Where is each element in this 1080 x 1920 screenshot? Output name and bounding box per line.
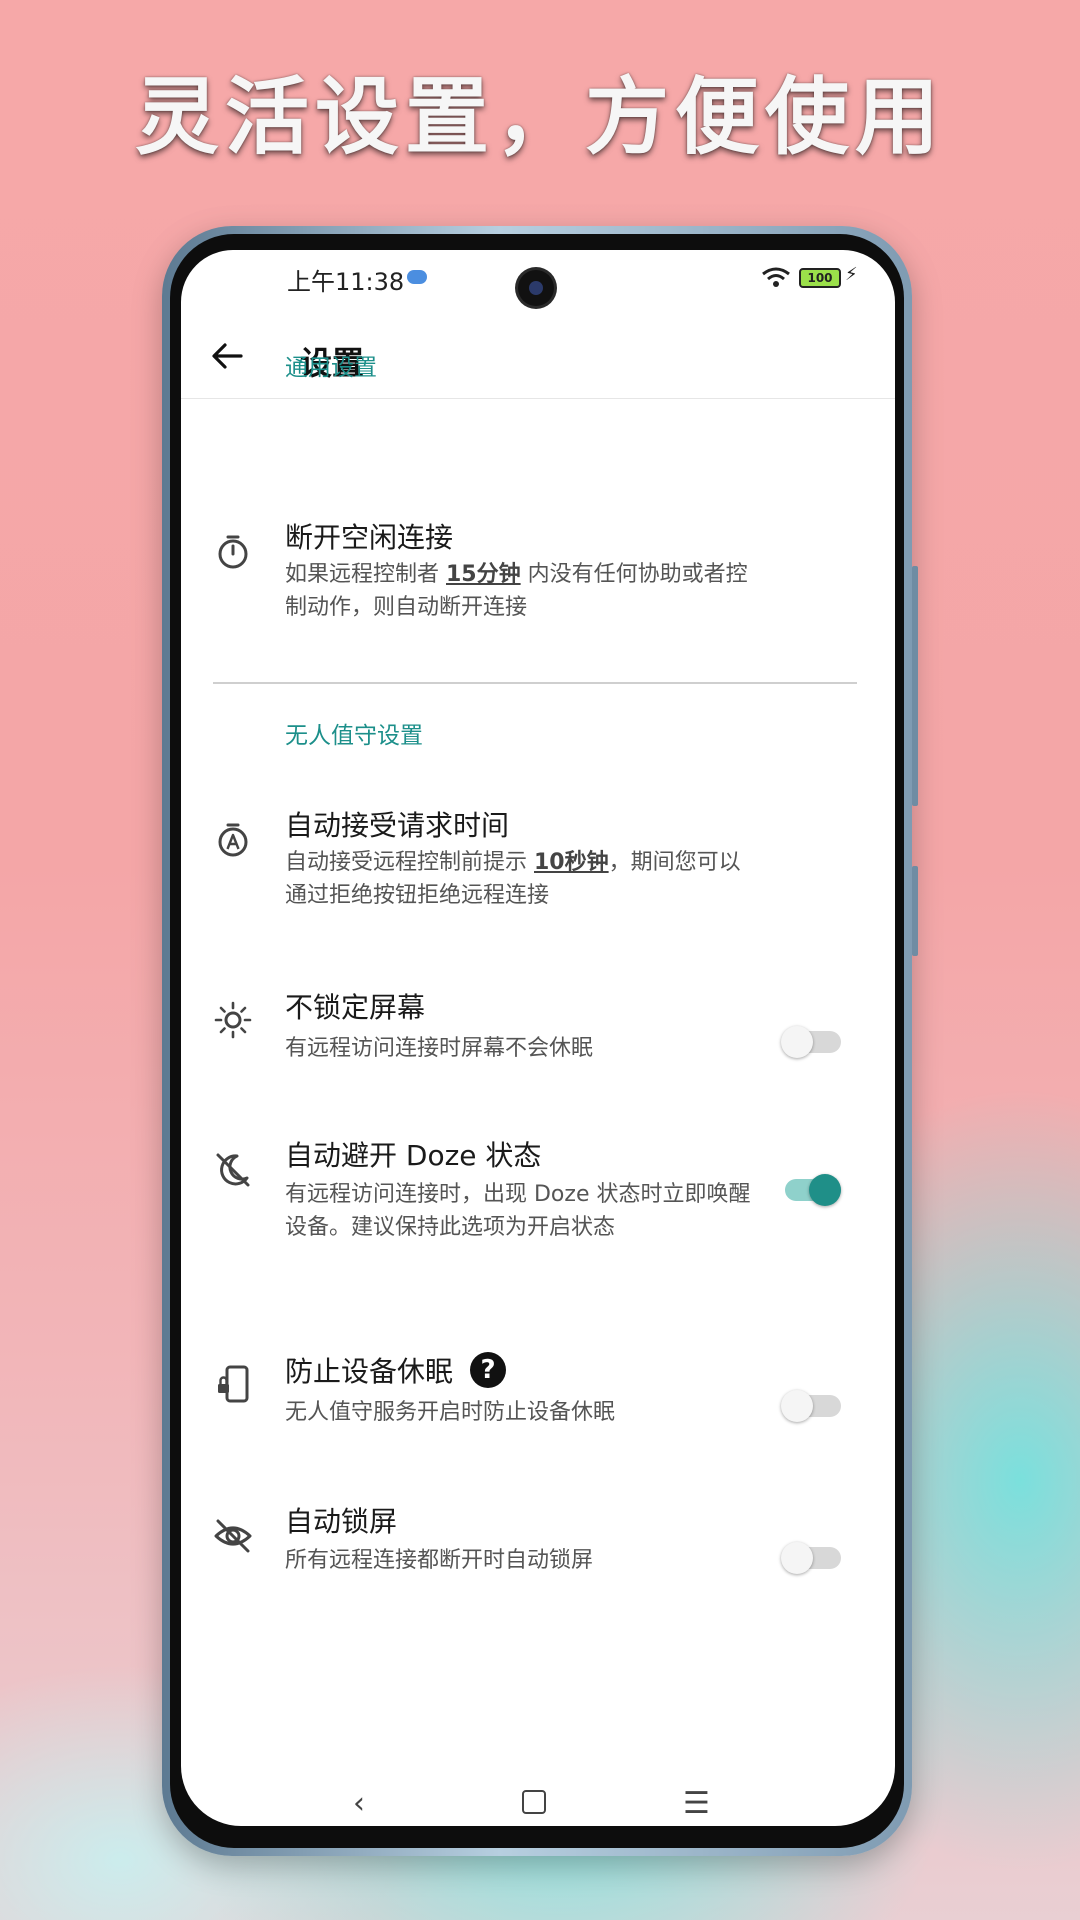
setting-summary: 如果远程控制者 15分钟 内没有任何协助或者控制动作，则自动断开连接 — [285, 562, 748, 620]
help-icon[interactable]: ? — [470, 1352, 506, 1388]
phone-lock-icon — [218, 1365, 249, 1403]
setting-summary: 无人值守服务开启时防止设备休眠 — [285, 1400, 616, 1425]
back-arrow-icon[interactable] — [203, 332, 251, 380]
setting-title: 不锁定屏幕 — [285, 991, 426, 1024]
nav-home-icon[interactable] — [522, 1790, 546, 1814]
auto-timer-icon — [218, 823, 248, 857]
doze-off-icon — [216, 1153, 250, 1187]
section-header-unattended: 无人值守设置 — [285, 723, 423, 749]
doze-toggle[interactable] — [781, 1174, 841, 1206]
setting-summary: 有远程访问连接时，出现 Doze 状态时立即唤醒设备。建议保持此选项为开启状态 — [285, 1182, 751, 1240]
setting-summary: 自动接受远程控制前提示 10秒钟，期间您可以通过拒绝按钮拒绝远程连接 — [285, 850, 741, 908]
section-header-general: 通用设置 — [285, 355, 377, 381]
cloud-icon — [407, 270, 427, 284]
eye-off-icon — [214, 1519, 252, 1553]
volume-button — [912, 566, 918, 806]
section-divider — [213, 682, 857, 684]
phone-screen: 上午11:38 100 ⚡ 设置 通用设置 断开空闲连接 如果远程控制者 15分… — [181, 250, 895, 1826]
setting-title: 断开空闲连接 — [285, 521, 454, 554]
battery-icon: 100 — [799, 268, 841, 288]
prevent-sleep-toggle[interactable] — [781, 1390, 841, 1422]
stopwatch-icon — [218, 535, 248, 569]
headline: 灵活设置，方便使用 — [134, 68, 945, 166]
no-lock-toggle[interactable] — [781, 1026, 841, 1058]
nav-menu-icon[interactable]: ☰ — [683, 1786, 710, 1821]
charging-icon: ⚡ — [845, 264, 858, 285]
power-button — [912, 866, 918, 956]
front-camera — [518, 270, 554, 306]
system-nav-bar: ‹ ☰ — [181, 1780, 895, 1826]
setting-title: 自动接受请求时间 — [285, 809, 510, 842]
auto-lock-toggle[interactable] — [781, 1542, 841, 1574]
auto-accept-value[interactable]: 10秒钟 — [534, 850, 609, 875]
setting-summary: 有远程访问连接时屏幕不会休眠 — [285, 1036, 594, 1061]
idle-timeout-value[interactable]: 15分钟 — [446, 562, 521, 587]
nav-back-icon[interactable]: ‹ — [353, 1786, 365, 1821]
setting-summary: 所有远程连接都断开时自动锁屏 — [285, 1548, 594, 1573]
setting-title: 自动避开 Doze 状态 — [285, 1139, 542, 1172]
brightness-icon — [214, 1001, 252, 1039]
wifi-icon — [762, 267, 790, 287]
setting-title: 防止设备休眠 — [285, 1355, 454, 1388]
setting-title: 自动锁屏 — [285, 1505, 398, 1538]
status-time: 上午11:38 — [287, 268, 405, 296]
